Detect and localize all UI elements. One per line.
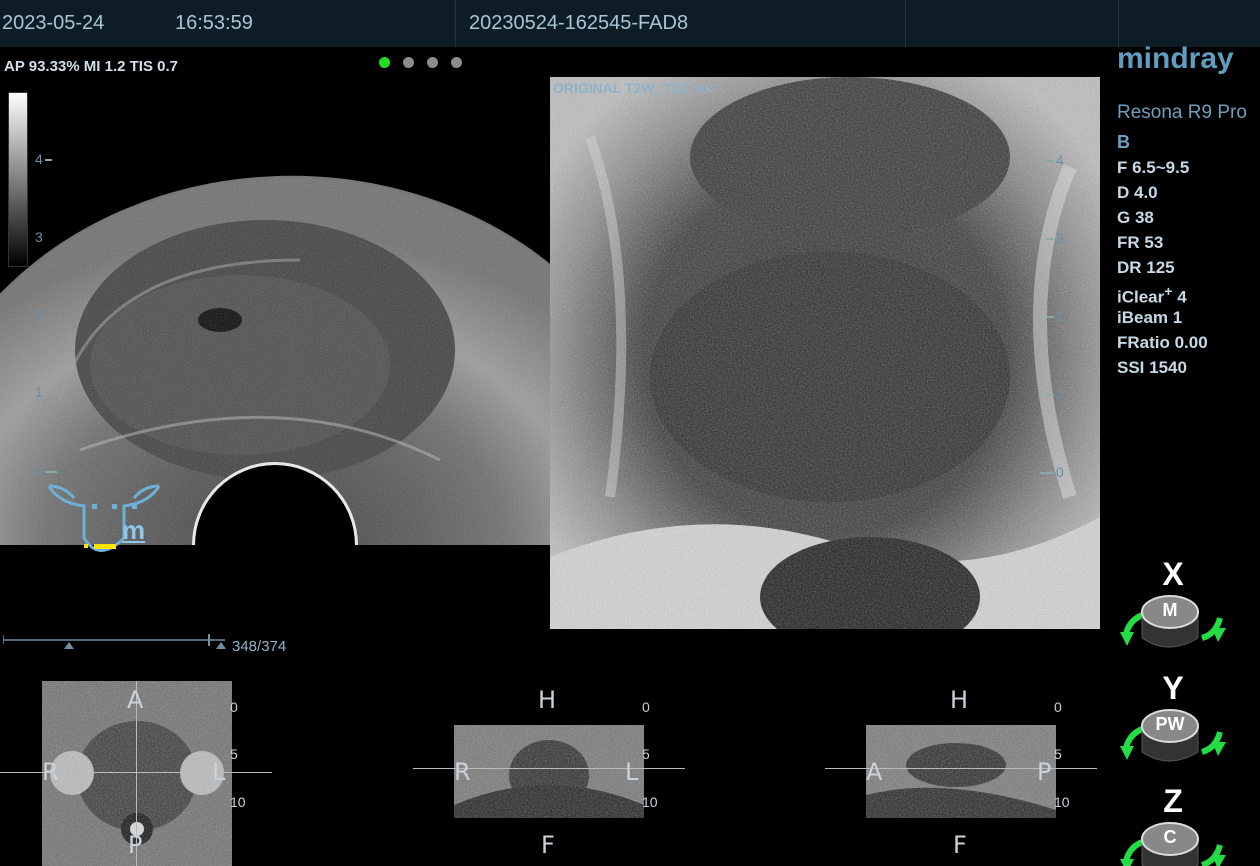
- scale-label: 5: [642, 746, 650, 762]
- depth-label: 3: [1056, 230, 1064, 246]
- mr-series-label: ORIGINAL T2W_TSE_ax: [553, 80, 714, 96]
- orient-top: H: [538, 686, 557, 714]
- axis-letter: X: [1162, 556, 1184, 592]
- orient-left: R: [454, 758, 471, 786]
- axis-letter: Y: [1162, 670, 1184, 706]
- scale-label: 0: [642, 699, 650, 715]
- scale-label: 5: [230, 746, 238, 762]
- param-line: DR 125: [1117, 258, 1175, 277]
- slider-thumb[interactable]: [216, 642, 226, 649]
- scale-label: 0: [1054, 699, 1062, 715]
- param-line: SSI 1540: [1117, 358, 1187, 377]
- scale-label: 10: [642, 794, 658, 810]
- acoustic-output-readout: AP 93.33% MI 1.2 TIS 0.7: [4, 58, 178, 75]
- depth-label: 4: [35, 151, 43, 167]
- orient-right: L: [212, 758, 226, 786]
- depth-label: 3: [35, 229, 43, 245]
- orient-top: A: [127, 686, 144, 714]
- depth-label: 4: [1056, 152, 1064, 168]
- slice-counter: 348/374: [232, 638, 287, 655]
- param-line: FR 53: [1117, 233, 1164, 252]
- page-indicator-dot-active[interactable]: [379, 57, 390, 68]
- orient-left: A: [866, 758, 883, 786]
- depth-label: 2: [35, 306, 43, 322]
- scale-label: 0: [230, 699, 238, 715]
- knob-y[interactable]: Y PW: [1118, 670, 1228, 770]
- page-indicator-dot[interactable]: [427, 57, 438, 68]
- scale-label: 5: [1054, 746, 1062, 762]
- page-indicator-dot[interactable]: [403, 57, 414, 68]
- knob-label: PW: [1155, 714, 1185, 734]
- knob-label: C: [1163, 827, 1177, 847]
- orient-bottom: F: [953, 831, 967, 859]
- slice-slider[interactable]: [3, 632, 228, 652]
- exam-time: 16:53:59: [175, 12, 253, 34]
- param-line: B: [1117, 132, 1130, 152]
- depth-label: 0: [35, 463, 43, 479]
- param-line: D 4.0: [1117, 183, 1158, 202]
- knob-z[interactable]: Z C: [1118, 783, 1228, 866]
- orient-right: L: [625, 758, 639, 786]
- imaging-parameters: B F 6.5~9.5 D 4.0 G 38 FR 53 DR 125 iClear+ 4i…: [1117, 130, 1257, 380]
- probe-orientation-icon: [47, 484, 161, 552]
- orient-left: R: [42, 758, 59, 786]
- orient-right: P: [1037, 758, 1052, 786]
- exam-id: 20230524-162545-FAD8: [469, 12, 689, 34]
- scale-label: 10: [230, 794, 246, 810]
- sagittal-view[interactable]: [866, 725, 1056, 818]
- depth-label: 1: [1056, 386, 1064, 402]
- depth-label: 2: [1056, 308, 1064, 324]
- param-line: iBeam 1: [1117, 308, 1183, 327]
- device-model: Resona R9 Pro: [1117, 102, 1247, 123]
- scale-label: 10: [1054, 794, 1070, 810]
- knob-x[interactable]: X M: [1118, 556, 1228, 656]
- mr-image-view[interactable]: [550, 77, 1100, 629]
- knob-label: M: [1162, 600, 1178, 620]
- orient-bottom: P: [128, 831, 143, 859]
- orient-top: H: [950, 686, 969, 714]
- orient-bottom: F: [541, 831, 555, 859]
- coronal-view[interactable]: [454, 725, 644, 818]
- param-line: FRatio 0.00: [1117, 333, 1208, 352]
- param-line: iClear+ 4: [1117, 284, 1187, 307]
- param-line: F 6.5~9.5: [1117, 158, 1190, 177]
- depth-label: 0: [1056, 464, 1064, 480]
- axis-letter: Z: [1163, 783, 1183, 819]
- depth-label: 1: [35, 384, 43, 400]
- param-line: G 38: [1117, 208, 1154, 227]
- page-indicator-dot[interactable]: [451, 57, 462, 68]
- brand-logo: mindray: [1117, 42, 1234, 75]
- probe-marker-label: m: [122, 515, 146, 545]
- status-bar: 2023-05-24 16:53:59 20230524-162545-FAD8: [0, 0, 1260, 47]
- exam-date: 2023-05-24: [2, 12, 105, 34]
